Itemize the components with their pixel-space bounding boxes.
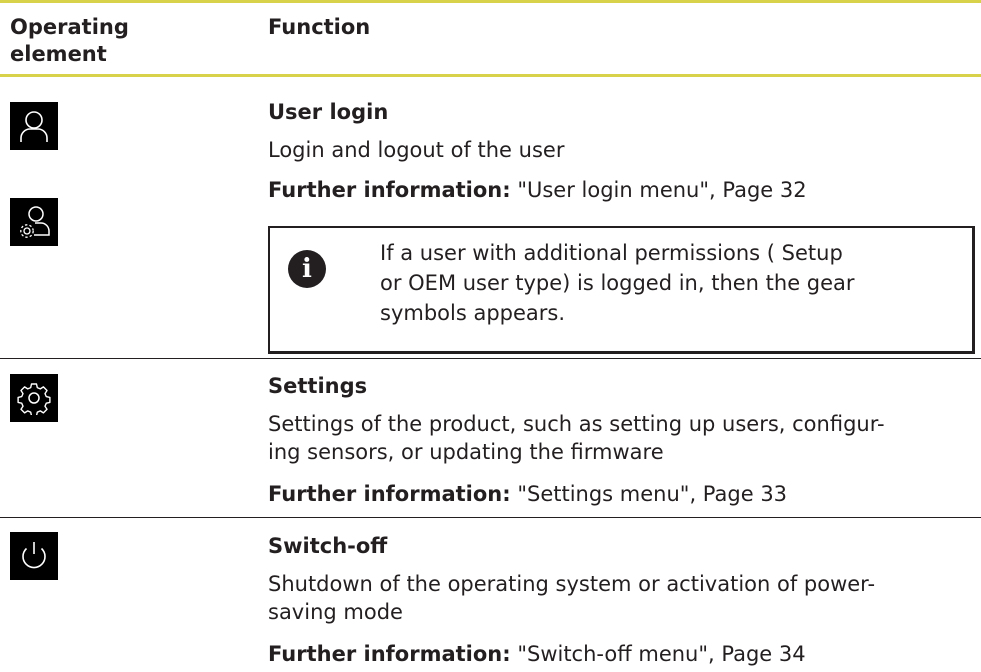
- info-note-text: If a user with additional permissions ( …: [380, 238, 940, 328]
- row-divider: [0, 358, 981, 359]
- column-header-function: Function: [268, 15, 371, 39]
- further-info-link[interactable]: "Settings menu", Page 33: [517, 482, 787, 506]
- further-info-link[interactable]: "User login menu", Page 32: [517, 178, 806, 202]
- row-description-settings: Settings of the product, such as setting…: [268, 410, 885, 466]
- row-description-switch-off: Shutdown of the operating system or acti…: [268, 570, 875, 626]
- power-icon[interactable]: [10, 532, 58, 580]
- row-title-settings: Settings: [268, 374, 368, 398]
- description-line: saving mode: [268, 600, 403, 624]
- user-icon[interactable]: [10, 102, 58, 150]
- further-info-user-login: Further information: "User login menu", …: [268, 176, 807, 204]
- column-header-line: Operating: [10, 15, 129, 39]
- info-note: i If a user with additional permissions …: [268, 226, 975, 354]
- gear-icon[interactable]: [10, 374, 58, 422]
- further-info-label: Further information:: [268, 482, 511, 506]
- row-title-switch-off: Switch-off: [268, 534, 388, 558]
- description-line: Settings of the product, such as setting…: [268, 412, 885, 436]
- user-gear-icon[interactable]: [10, 198, 58, 246]
- description-line: ing sensors, or updating the firmware: [268, 440, 664, 464]
- info-note-line: If a user with additional permissions ( …: [380, 241, 843, 265]
- header-bottom-rule: [0, 74, 981, 77]
- description-line: Shutdown of the operating system or acti…: [268, 572, 876, 596]
- header-top-rule: [0, 0, 981, 3]
- row-description-user-login: Login and logout of the user: [268, 138, 565, 162]
- further-info-label: Further information:: [268, 178, 511, 202]
- column-header-operating-element: Operating element: [10, 14, 129, 68]
- further-info-link[interactable]: "Switch-off menu", Page 34: [517, 642, 805, 666]
- further-info-switch-off: Further information: "Switch-off menu", …: [268, 640, 806, 668]
- column-header-line: element: [10, 42, 107, 66]
- info-icon: i: [288, 250, 326, 288]
- row-title-user-login: User login: [268, 100, 389, 124]
- row-divider: [0, 517, 981, 518]
- further-info-label: Further information:: [268, 642, 511, 666]
- further-info-settings: Further information: "Settings menu", Pa…: [268, 480, 787, 508]
- info-note-line: symbols appears.: [380, 301, 566, 325]
- info-note-line: or OEM user type) is logged in, then the…: [380, 271, 855, 295]
